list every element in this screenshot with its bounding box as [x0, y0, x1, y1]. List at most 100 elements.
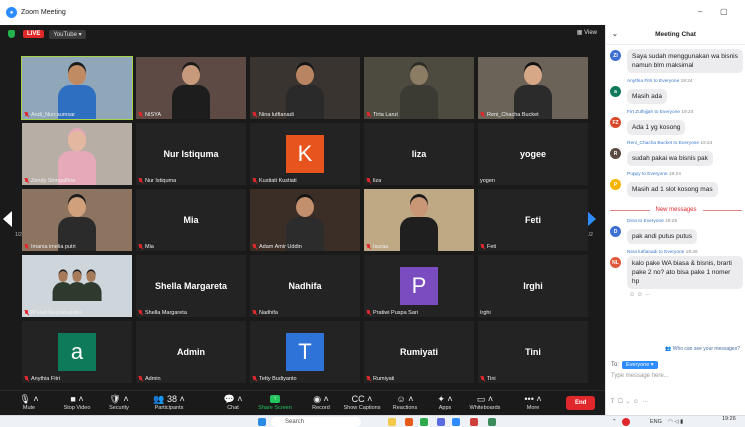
participant-tile[interactable]: Imania imelia putri — [22, 189, 132, 251]
wifi-icon[interactable]: ◠ ◁ ▮ — [668, 419, 683, 425]
participant-tile[interactable]: NISYA — [136, 57, 246, 119]
participant-name-label: Anythia Fitri — [24, 376, 60, 382]
meeting-stage: LIVE YouTube ▾ ▦ View 1/2 1/2 Andi_Nurca… — [0, 25, 605, 390]
participant-tile[interactable]: Tirta Larut — [364, 57, 474, 119]
toolbar-more-button[interactable]: ••• ˄ More — [514, 393, 552, 411]
chat-bubble[interactable]: sudah pakai wa bisnis pak — [627, 151, 713, 166]
chrome-icon[interactable] — [420, 418, 428, 426]
toolbar-reactions-button[interactable]: ☺ ˄ Reactions — [386, 393, 424, 411]
chat-timestamp: 19:24 — [681, 110, 694, 115]
participant-tile[interactable]: Reni_Chacha Bucket — [478, 57, 588, 119]
toolbar-chat-button[interactable]: 💬 ˄ Chat — [214, 393, 252, 412]
minimize-button[interactable]: – — [698, 7, 702, 16]
participant-tile[interactable]: P Pratiwi Puspa Sari — [364, 255, 474, 317]
chat-bubble[interactable]: kalo pake WA biasa & bisnis, brarti pake… — [627, 256, 743, 289]
toolbar-whiteboards-button[interactable]: ▭ ˄ Whiteboards — [466, 393, 504, 412]
participant-tile[interactable]: M Hafi Nugrahaputra — [22, 255, 132, 317]
chat-bubble[interactable]: Saya sudah menggunakan wa bisnis namun b… — [627, 49, 743, 73]
toolbar-participants-button[interactable]: 👥 38 ˄ Participants — [150, 393, 188, 412]
participant-video — [250, 189, 360, 251]
chat-message-meta: Poppy to Everyone 19:24 — [627, 172, 745, 177]
teams-icon[interactable] — [437, 418, 445, 426]
mic-muted-icon — [366, 178, 371, 184]
participant-display-name: Nadhifa — [288, 281, 322, 291]
participant-tile[interactable]: Mia Mia — [136, 189, 246, 251]
participant-name: Pratiwi Puspa Sari — [373, 310, 418, 316]
participant-tile[interactable]: yogee yogen — [478, 123, 588, 185]
format-icon[interactable]: Ꭲ — [611, 399, 615, 405]
app-icon-orange[interactable] — [405, 418, 413, 426]
screenshot-icon[interactable]: ▢ — [618, 399, 623, 405]
chat-bubble[interactable]: Masih ad 1 slot kosong mas — [627, 182, 718, 197]
prev-page-arrow-icon[interactable] — [3, 211, 12, 227]
participant-tile[interactable]: Adam Amir Uddin — [250, 189, 360, 251]
participant-name-label: Shella Margareta — [138, 310, 187, 316]
toolbar-record-button[interactable]: ◉ ˄ Record — [302, 393, 340, 412]
chat-sender[interactable]: Dina to Everyone — [627, 219, 665, 224]
participant-tile[interactable]: Feti Feti — [478, 189, 588, 251]
next-page-arrow-icon[interactable] — [587, 211, 596, 227]
chat-sender[interactable]: Firt Zulhijjah to Everyone — [627, 110, 681, 115]
message-reaction-icons[interactable]: ☺ ☺ ··· — [629, 292, 745, 298]
recipient-dropdown[interactable]: Everyone ▾ — [622, 361, 658, 369]
emoji-icon[interactable]: ☺ — [633, 399, 639, 405]
stream-target-dropdown[interactable]: YouTube ▾ — [49, 29, 86, 39]
toolbar-share-screen-button[interactable]: ↑ Share Screen — [256, 393, 294, 411]
toolbar-apps-button[interactable]: ✦ ˄ Apps — [426, 393, 464, 412]
input-language[interactable]: ENG — [650, 419, 662, 425]
participant-tile[interactable]: Isuraa — [364, 189, 474, 251]
participant-tile[interactable]: Andi_Nurcaumsar — [21, 56, 133, 120]
chat-input[interactable]: Type message here... — [611, 373, 669, 379]
maximize-button[interactable]: ▢ — [720, 7, 728, 16]
toolbar-label: Reactions — [392, 405, 418, 411]
view-button[interactable]: ▦ View — [577, 29, 597, 36]
who-can-see-link[interactable]: 👥 Who can see your messages? — [606, 346, 745, 352]
chat-message-list[interactable]: ZI Saya sudah menggunakan wa bisnis namun… — [606, 45, 745, 357]
toolbar-stop-video-button[interactable]: ■ ˄ Stop Video — [58, 393, 96, 411]
participant-display-name: Admin — [177, 347, 205, 357]
participant-tile[interactable]: T Tetty Budiyanto — [250, 321, 360, 383]
participant-tile[interactable]: K Kustiati Kustiati — [250, 123, 360, 185]
chat-bubble[interactable]: pak andi putus putus — [627, 229, 697, 244]
new-messages-divider: New messages — [610, 207, 742, 213]
end-meeting-button[interactable]: End — [566, 396, 596, 410]
file-icon[interactable]: ⌄ — [626, 399, 629, 405]
chat-sender[interactable]: Poppy to Everyone — [627, 172, 669, 177]
participant-tile[interactable]: Nina lutfianadi — [250, 57, 360, 119]
participant-figure — [400, 65, 438, 119]
more-icon: ••• ˄ — [524, 394, 542, 404]
participant-tile[interactable]: Irghi Irghi — [478, 255, 588, 317]
taskbar-clock[interactable]: 19:26 — [722, 416, 736, 422]
encryption-shield-icon[interactable] — [8, 30, 15, 38]
participant-name-label: Nadhifa — [252, 310, 278, 316]
chat-sender[interactable]: Reni_Chacha Bucket to Everyone — [627, 141, 700, 146]
chat-sender[interactable]: Nina lutfianadi to Everyone — [627, 250, 686, 255]
participant-tile[interactable]: Tini Tini — [478, 321, 588, 383]
participant-tile[interactable]: Rumiyati Rumiyati — [364, 321, 474, 383]
participant-tile[interactable]: Nadhifa Nadhifa — [250, 255, 360, 317]
app-icon-green[interactable] — [488, 418, 496, 426]
participant-tile[interactable]: a Anythia Fitri — [22, 321, 132, 383]
tray-app-icon[interactable] — [622, 418, 630, 426]
participant-tile[interactable]: Nur Istiquma Nur Istiquma — [136, 123, 246, 185]
chat-message-meta: Firt Zulhijjah to Everyone 19:24 — [627, 110, 745, 115]
participant-tile[interactable]: liza liza — [364, 123, 474, 185]
live-badge[interactable]: LIVE — [23, 30, 45, 38]
chevron-down-icon[interactable]: ⌄ — [612, 30, 618, 38]
chat-bubble[interactable]: Masih ada — [627, 89, 667, 104]
toolbar-mute-button[interactable]: 🎙 ˄ Mute — [10, 393, 48, 412]
toolbar-security-button[interactable]: 🛡 ˄ Security — [100, 393, 138, 412]
participant-tile[interactable]: Zendy Sinngalfina — [22, 123, 132, 185]
participant-tile[interactable]: Shella Margareta Shella Margareta — [136, 255, 246, 317]
file-explorer-icon[interactable] — [388, 418, 396, 426]
participant-tile[interactable]: Admin Admin — [136, 321, 246, 383]
chat-bubble[interactable]: Ada 1 yg kosong — [627, 120, 686, 135]
taskbar-search[interactable]: Search — [271, 417, 361, 427]
tray-chevron-icon[interactable]: ⌃ — [612, 419, 617, 425]
more-icon[interactable]: ··· — [642, 399, 648, 405]
zoom-taskbar-icon[interactable] — [452, 418, 460, 426]
chat-sender[interactable]: Anythia Fitri to Everyone — [627, 79, 681, 84]
windows-start-icon[interactable] — [258, 418, 266, 426]
toolbar-show-captions-button[interactable]: CC ˄ Show Captions — [340, 393, 384, 411]
app-icon-red[interactable] — [470, 418, 478, 426]
